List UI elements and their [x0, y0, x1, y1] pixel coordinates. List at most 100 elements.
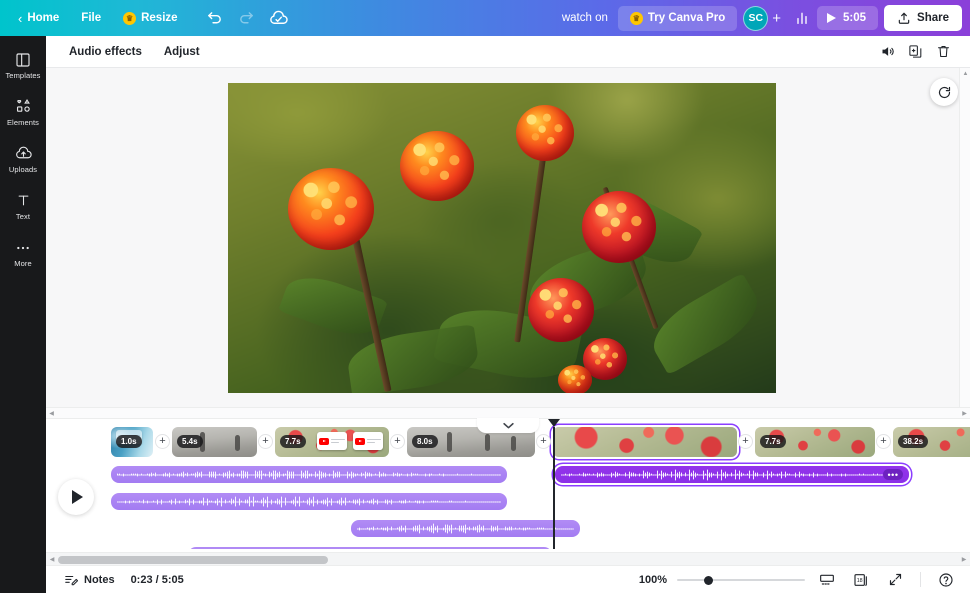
- duplicate-button[interactable]: [902, 40, 928, 64]
- templates-icon: [15, 51, 31, 68]
- notes-button[interactable]: Notes: [58, 569, 121, 591]
- add-clip-button[interactable]: +: [739, 435, 752, 448]
- clip-duration-badge: 8.0s: [412, 435, 438, 448]
- avatar[interactable]: SC: [743, 5, 769, 31]
- timeline-horizontal-scrollbar[interactable]: ◀ ▶: [46, 552, 970, 565]
- home-button[interactable]: ‹ Home: [8, 7, 69, 30]
- help-button[interactable]: [934, 569, 958, 591]
- insights-bars-icon: [797, 12, 807, 24]
- playhead[interactable]: [547, 419, 560, 549]
- waveform: [117, 468, 501, 481]
- trash-icon: [937, 45, 949, 58]
- audio-clip[interactable]: [111, 466, 507, 483]
- playhead-marker-icon[interactable]: [547, 419, 560, 427]
- chevron-left-icon: ‹: [18, 10, 23, 26]
- scroll-right-icon[interactable]: ▶: [958, 553, 970, 565]
- timeline-scroll-thumb[interactable]: [58, 555, 328, 564]
- audio-clip-menu-button[interactable]: •••: [883, 469, 903, 480]
- add-clip-button[interactable]: +: [259, 435, 272, 448]
- youtube-badge-icon: [355, 437, 365, 445]
- help-icon: [939, 572, 953, 587]
- add-clip-button[interactable]: +: [156, 435, 169, 448]
- tab-adjust[interactable]: Adjust: [155, 41, 209, 63]
- preview-image: [228, 83, 776, 393]
- audio-clip-selected[interactable]: •••: [555, 466, 909, 483]
- fullscreen-icon: [889, 573, 901, 586]
- add-clip-button[interactable]: +: [877, 435, 890, 448]
- regenerate-button[interactable]: [930, 78, 958, 106]
- try-canva-pro-button[interactable]: ♛ Try Canva Pro: [617, 5, 738, 31]
- preview-play-button[interactable]: 5:05: [817, 6, 879, 30]
- playback-timestamp[interactable]: 0:23 / 5:05: [131, 574, 184, 586]
- tab-audio-effects[interactable]: Audio effects: [60, 41, 151, 63]
- cloud-saved-icon: [270, 10, 288, 24]
- timeline-clip-selected[interactable]: [553, 427, 737, 457]
- sidebar-item-text[interactable]: Text: [0, 183, 46, 230]
- flower-bloom: [558, 365, 592, 393]
- plus-icon[interactable]: +: [772, 10, 781, 27]
- more-dots-icon: [15, 239, 31, 256]
- slider-knob[interactable]: [704, 575, 713, 585]
- header-left-group: ‹ Home File ♛ Resize: [8, 4, 294, 32]
- clip-duration-badge: 1.0s: [116, 435, 142, 448]
- figure-silhouette: [511, 436, 516, 451]
- pages-button[interactable]: 18: [849, 569, 873, 591]
- svg-text:18: 18: [857, 578, 863, 584]
- insights-button[interactable]: [787, 4, 817, 32]
- audio-track-row: [111, 520, 970, 542]
- flower-bloom: [528, 278, 594, 342]
- card-lines: [331, 438, 345, 444]
- sidebar-item-more[interactable]: More: [0, 230, 46, 277]
- undo-icon: [208, 11, 221, 23]
- grid-view-button[interactable]: [815, 569, 839, 591]
- add-clip-button[interactable]: +: [537, 435, 550, 448]
- cloud-saved-button[interactable]: [264, 4, 294, 32]
- resize-button[interactable]: ♛ Resize: [113, 7, 187, 30]
- audio-clip[interactable]: [188, 547, 552, 549]
- sidebar-item-label: Elements: [6, 118, 40, 127]
- audio-clip[interactable]: [351, 520, 580, 537]
- volume-icon: [882, 47, 894, 56]
- share-button[interactable]: Share: [884, 5, 962, 31]
- sidebar-item-templates[interactable]: Templates: [0, 42, 46, 89]
- file-menu-button[interactable]: File: [71, 7, 111, 29]
- flower-bloom: [400, 131, 474, 201]
- pages-icon: 18: [854, 573, 867, 586]
- add-clip-button[interactable]: +: [391, 435, 404, 448]
- flower-bloom: [288, 168, 374, 250]
- audio-track-row: ••• 21.4s: [111, 466, 970, 488]
- toolbar-actions: [874, 40, 956, 64]
- scroll-right-icon[interactable]: ▶: [959, 408, 970, 418]
- card-lines: [367, 438, 381, 444]
- timeline-collapse-handle[interactable]: [477, 418, 539, 433]
- canvas-vertical-scrollbar[interactable]: ▲ ▼: [959, 68, 970, 418]
- delete-button[interactable]: [930, 40, 956, 64]
- home-label: Home: [27, 12, 60, 24]
- resize-label: Resize: [141, 12, 178, 24]
- collaborators-group: SC +: [743, 5, 781, 31]
- scroll-left-icon[interactable]: ◀: [46, 408, 57, 418]
- video-preview-stage[interactable]: [228, 83, 776, 393]
- redo-button[interactable]: [232, 4, 262, 32]
- scroll-left-icon[interactable]: ◀: [46, 553, 58, 565]
- upload-icon: [898, 12, 910, 24]
- scroll-up-icon[interactable]: ▲: [960, 68, 970, 79]
- regenerate-icon: [938, 86, 950, 98]
- crown-icon: ♛: [629, 11, 643, 25]
- undo-button[interactable]: [200, 4, 230, 32]
- audio-clip[interactable]: [111, 493, 507, 510]
- zoom-slider[interactable]: [677, 573, 805, 587]
- play-icon: [827, 13, 836, 23]
- sidebar-item-uploads[interactable]: Uploads: [0, 136, 46, 183]
- canvas-horizontal-scrollbar[interactable]: ◀ ▶: [46, 407, 970, 418]
- volume-button[interactable]: [874, 40, 900, 64]
- elements-icon: [15, 98, 32, 115]
- canva-video-editor: ‹ Home File ♛ Resize watch on ♛ Try Canv…: [0, 0, 970, 593]
- uploads-cloud-icon: [15, 145, 32, 162]
- share-label: Share: [917, 12, 949, 24]
- waveform: [357, 522, 574, 535]
- grid-view-icon: [820, 574, 834, 585]
- fullscreen-button[interactable]: [883, 569, 907, 591]
- sidebar-item-elements[interactable]: Elements: [0, 89, 46, 136]
- clip-duration-badge: 7.7s: [760, 435, 786, 448]
